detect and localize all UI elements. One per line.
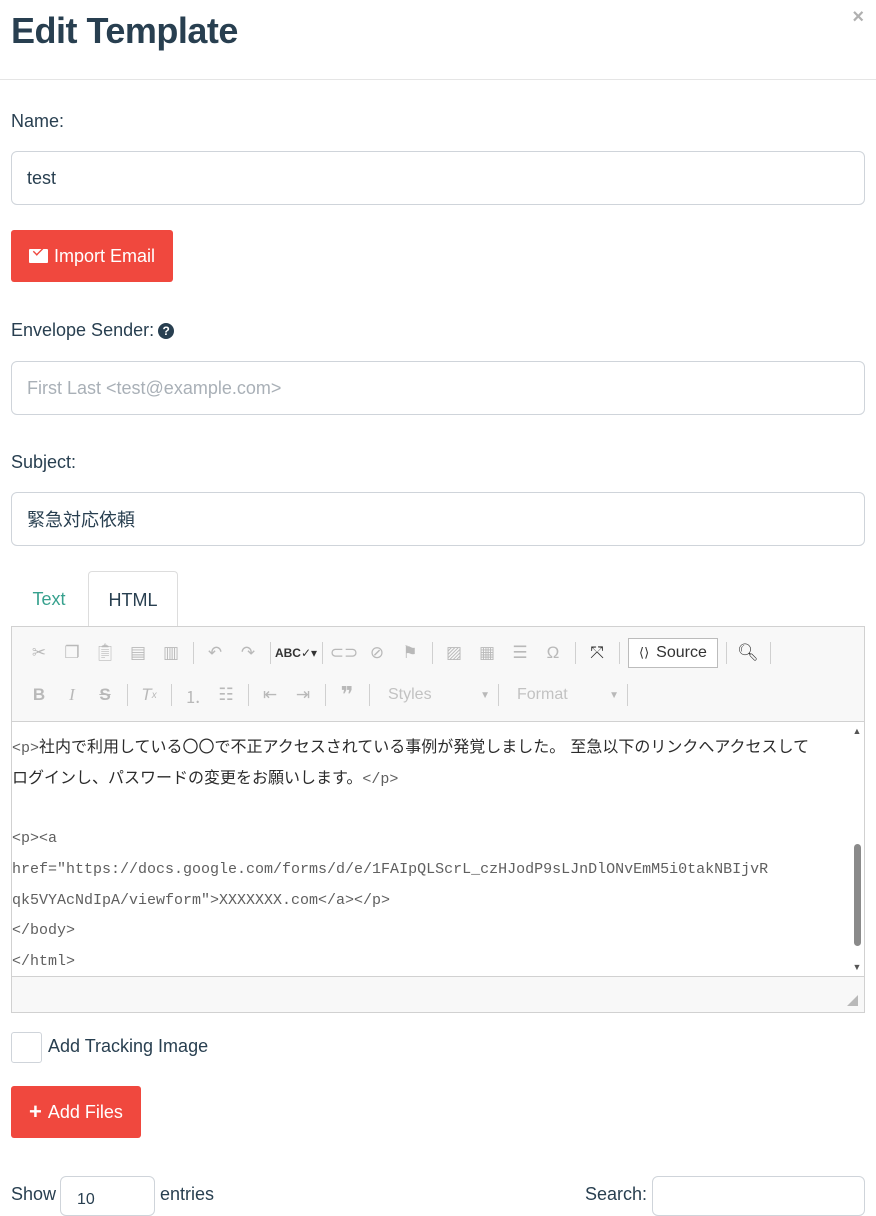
editor-tabs: Text HTML	[11, 571, 865, 627]
code-line: </html>	[12, 953, 76, 970]
envelope-sender-input[interactable]	[11, 361, 865, 415]
toolbar-separator	[171, 684, 172, 706]
code-line: <p><a	[12, 830, 58, 847]
numbered-list-icon[interactable]: ⒈	[180, 681, 206, 709]
styles-combo-label: Styles	[388, 686, 432, 703]
scroll-up-icon[interactable]: ▲	[850, 724, 864, 738]
modal-header: Edit Template ×	[0, 0, 876, 80]
import-email-button[interactable]: Import Email	[11, 230, 174, 282]
toolbar-separator	[127, 684, 128, 706]
subject-input[interactable]	[11, 492, 865, 546]
code-line: href="https://docs.google.com/forms/d/e/…	[12, 861, 769, 878]
add-files-button[interactable]: + Add Files	[11, 1086, 141, 1138]
toolbar-separator	[769, 642, 771, 664]
plus-icon: +	[29, 1099, 42, 1124]
close-icon[interactable]: ×	[852, 6, 864, 29]
envelope-sender-text: Envelope Sender:	[11, 320, 155, 340]
special-char-icon[interactable]: Ω	[540, 639, 566, 667]
chevron-down-icon: ▼	[609, 689, 619, 701]
anchor-flag-icon[interactable]: ⚑	[397, 639, 423, 667]
import-email-label: Import Email	[54, 245, 156, 266]
spellcheck-icon[interactable]: ABC✓▾	[275, 639, 317, 667]
paste-icon[interactable]: 📋︎	[92, 639, 118, 667]
chevron-down-icon: ▼	[480, 689, 490, 701]
paste-word-icon[interactable]: ▥	[158, 639, 184, 667]
subject-label: Subject:	[11, 452, 77, 472]
toolbar-separator	[498, 684, 499, 706]
preview-icon[interactable]: 🔍︎	[735, 639, 761, 667]
editor-footer	[12, 977, 864, 1012]
cut-icon[interactable]: ✂	[26, 639, 52, 667]
toolbar-row-1: ✂ ❐ 📋︎ ▤ ▥ ↶ ↷ ABC✓▾ ⊂⊃ ⊘ ⚑ ▨ ▦ ☰ Ω ⤧ ⟨⟩…	[26, 635, 779, 671]
envelope-sender-label: Envelope Sender:?	[11, 320, 175, 341]
remove-format-icon[interactable]: Tx	[136, 681, 162, 709]
scrollbar-thumb[interactable]	[854, 844, 861, 946]
link-icon[interactable]: ⊂⊃	[330, 639, 359, 667]
editor-toolbar: ✂ ❐ 📋︎ ▤ ▥ ↶ ↷ ABC✓▾ ⊂⊃ ⊘ ⚑ ▨ ▦ ☰ Ω ⤧ ⟨⟩…	[12, 627, 864, 721]
undo-icon[interactable]: ↶	[202, 639, 228, 667]
name-input[interactable]	[11, 151, 865, 205]
page-size-select[interactable]: 10	[60, 1176, 155, 1216]
source-label: Source	[656, 644, 707, 661]
copy-icon[interactable]: ❐	[59, 639, 85, 667]
bulleted-list-icon[interactable]: ☷	[213, 681, 239, 709]
show-label: Show	[11, 1184, 57, 1204]
toolbar-separator	[369, 684, 370, 706]
toolbar-separator	[619, 642, 620, 664]
add-files-label: Add Files	[47, 1101, 123, 1122]
search-label: Search:	[585, 1184, 648, 1204]
format-combo[interactable]: Format ▼	[507, 681, 625, 709]
code-line: <p>社内で利用している〇〇で不正アクセスされている事例が発覚しました。 至急以…	[12, 737, 810, 757]
redo-icon[interactable]: ↷	[235, 639, 261, 667]
image-icon[interactable]: ▨	[441, 639, 467, 667]
modal-title: Edit Template	[11, 10, 238, 51]
toolbar-row-2: B I S Tx ⒈ ☷ ⇤ ⇥ ❞ Styles ▼ Format ▼	[26, 677, 636, 713]
toolbar-separator	[325, 684, 326, 706]
unlink-icon[interactable]: ⊘	[364, 639, 390, 667]
blockquote-icon[interactable]: ❞	[334, 681, 360, 709]
horizontal-rule-icon[interactable]: ☰	[507, 639, 533, 667]
code-line: ログインし、パスワードの変更をお願いします。</p>	[12, 768, 399, 788]
tab-text[interactable]: Text	[11, 571, 87, 627]
tab-html[interactable]: HTML	[88, 571, 178, 627]
styles-combo[interactable]: Styles ▼	[378, 681, 496, 709]
entries-label: entries	[160, 1184, 215, 1204]
format-combo-label: Format	[517, 686, 568, 703]
search-input[interactable]	[652, 1176, 865, 1216]
italic-icon[interactable]: I	[59, 681, 85, 709]
toolbar-separator	[193, 642, 194, 664]
toolbar-separator	[248, 684, 249, 706]
source-textarea[interactable]: <p>社内で利用している〇〇で不正アクセスされている事例が発覚しました。 至急以…	[12, 721, 864, 977]
indent-icon[interactable]: ⇥	[290, 681, 316, 709]
code-line: </body>	[12, 922, 76, 939]
outdent-icon[interactable]: ⇤	[257, 681, 283, 709]
toolbar-separator	[322, 642, 323, 664]
name-label: Name:	[11, 111, 65, 131]
paste-text-icon[interactable]: ▤	[125, 639, 151, 667]
source-button[interactable]: ⟨⟩ Source	[628, 638, 718, 668]
resize-handle-icon[interactable]	[847, 995, 858, 1006]
toolbar-separator	[627, 684, 628, 706]
tracking-image-checkbox[interactable]	[11, 1032, 42, 1063]
toolbar-separator	[575, 642, 576, 664]
html-editor: ✂ ❐ 📋︎ ▤ ▥ ↶ ↷ ABC✓▾ ⊂⊃ ⊘ ⚑ ▨ ▦ ☰ Ω ⤧ ⟨⟩…	[11, 626, 865, 1013]
tracking-image-label: Add Tracking Image	[48, 1036, 209, 1056]
toolbar-separator	[270, 642, 271, 664]
scroll-down-icon[interactable]: ▼	[850, 960, 864, 974]
toolbar-separator	[432, 642, 433, 664]
table-icon[interactable]: ▦	[474, 639, 500, 667]
source-icon: ⟨⟩	[639, 645, 650, 660]
strikethrough-icon[interactable]: S	[92, 681, 118, 709]
bold-icon[interactable]: B	[26, 681, 52, 709]
code-scrollbar[interactable]: ▲ ▼	[850, 722, 864, 976]
question-circle-icon[interactable]: ?	[158, 323, 175, 339]
toolbar-separator	[725, 642, 727, 664]
maximize-icon[interactable]: ⤧	[584, 639, 610, 667]
code-line: qk5VYAcNdIpA/viewform">XXXXXXX.com</a></…	[12, 892, 391, 909]
envelope-icon	[29, 249, 48, 263]
